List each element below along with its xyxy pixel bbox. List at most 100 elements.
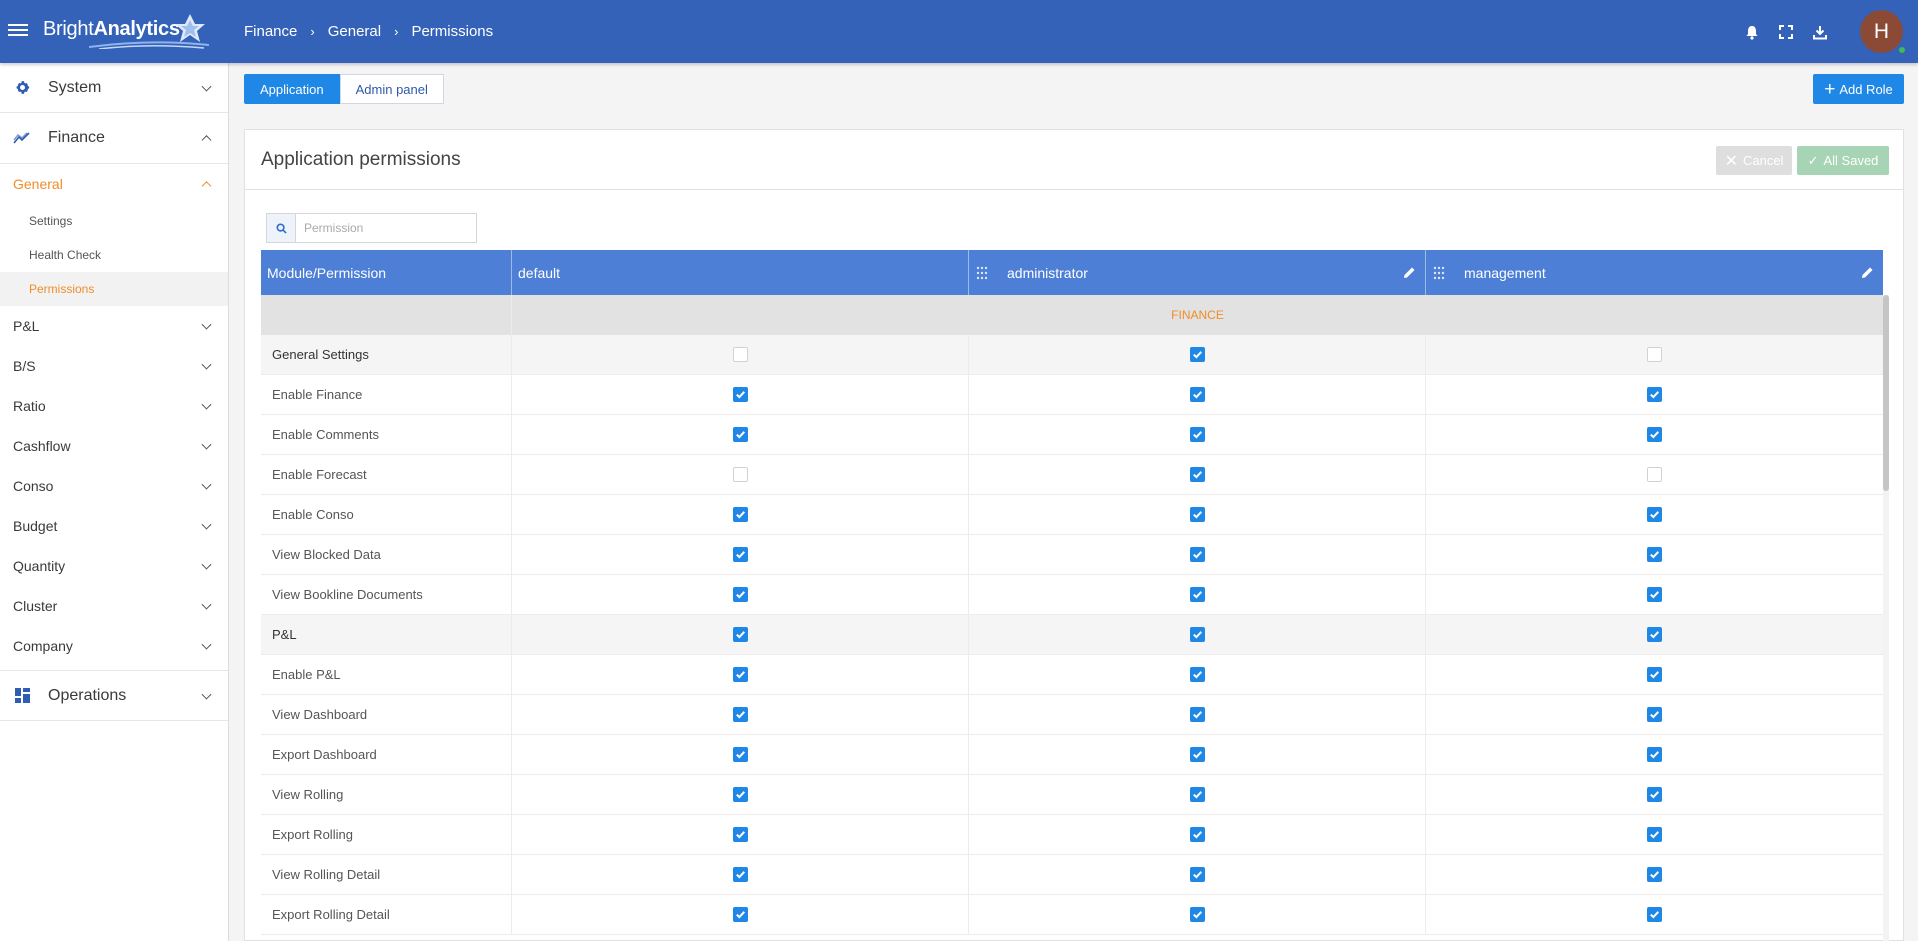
permission-checkbox[interactable] [1647, 427, 1662, 442]
permission-checkbox[interactable] [732, 667, 748, 682]
all-saved-button[interactable]: ✓ All Saved [1797, 146, 1889, 175]
permission-checkbox[interactable] [1189, 667, 1205, 682]
tab-admin-panel[interactable]: Admin panel [339, 74, 444, 104]
permission-checkbox[interactable] [1189, 747, 1205, 762]
sidebar-section-finance[interactable]: Finance [0, 113, 228, 163]
permission-checkbox[interactable] [1647, 787, 1662, 802]
chevron-down-icon [201, 519, 212, 530]
search-input[interactable] [296, 214, 476, 242]
sidebar-item-general[interactable]: General [0, 164, 228, 204]
permission-checkbox[interactable] [1647, 507, 1662, 522]
sidebar-item-conso[interactable]: Conso [0, 466, 228, 506]
permission-checkbox[interactable] [1189, 627, 1205, 642]
tab-application[interactable]: Application [244, 74, 340, 104]
permission-label: Enable Conso [261, 495, 512, 534]
permission-checkbox[interactable] [1647, 907, 1662, 922]
permission-checkbox[interactable] [1189, 907, 1205, 922]
permission-checkbox[interactable] [1189, 587, 1205, 602]
permission-checkbox[interactable] [732, 827, 748, 842]
bell-icon[interactable] [1742, 22, 1762, 42]
permission-checkbox[interactable] [732, 787, 748, 802]
permission-checkbox[interactable] [732, 587, 748, 602]
permission-checkbox[interactable] [1647, 707, 1662, 722]
sidebar-section-system[interactable]: System [0, 63, 228, 113]
breadcrumb-finance[interactable]: Finance [244, 23, 297, 40]
sidebar-item-label: Ratio [13, 398, 46, 414]
menu-icon[interactable] [8, 21, 28, 41]
drag-handle-icon[interactable] [976, 266, 988, 280]
permission-checkbox[interactable] [732, 467, 748, 482]
download-icon[interactable] [1810, 22, 1830, 42]
permission-checkbox[interactable] [1647, 627, 1662, 642]
permission-checkbox[interactable] [732, 507, 748, 522]
permission-checkbox[interactable] [1647, 547, 1662, 562]
permission-checkbox[interactable] [732, 747, 748, 762]
sidebar-item-cashflow[interactable]: Cashflow [0, 426, 228, 466]
fullscreen-icon[interactable] [1776, 22, 1796, 42]
cancel-label: Cancel [1742, 153, 1784, 168]
permission-checkbox[interactable] [1647, 467, 1662, 482]
permission-cell [1426, 495, 1883, 534]
permission-checkbox[interactable] [1189, 347, 1205, 362]
permission-checkbox[interactable] [732, 427, 748, 442]
sidebar: System Finance General Settings Health C… [0, 63, 229, 941]
sidebar-section-operations[interactable]: Operations [0, 671, 228, 721]
permission-checkbox[interactable] [1189, 467, 1205, 482]
permission-checkbox[interactable] [732, 347, 748, 362]
sidebar-item-quantity[interactable]: Quantity [0, 546, 228, 586]
permission-checkbox[interactable] [1189, 827, 1205, 842]
permission-checkbox[interactable] [1189, 787, 1205, 802]
permission-cell [969, 535, 1426, 574]
sidebar-item-budget[interactable]: Budget [0, 506, 228, 546]
permission-checkbox[interactable] [1647, 587, 1662, 602]
avatar[interactable]: H [1860, 10, 1903, 53]
sidebar-item-ratio[interactable]: Ratio [0, 386, 228, 426]
drag-handle-icon[interactable] [1433, 266, 1445, 280]
column-header-label: administrator [1007, 264, 1088, 281]
permission-checkbox[interactable] [1189, 707, 1205, 722]
sidebar-item-pl[interactable]: P&L [0, 306, 228, 346]
permission-checkbox[interactable] [732, 867, 748, 882]
sidebar-item-label: Quantity [13, 558, 66, 574]
permission-search [266, 213, 477, 243]
table-row: View Rolling Detail [261, 855, 1883, 895]
permission-checkbox[interactable] [1647, 867, 1662, 882]
logo[interactable]: BrightAnalytics [43, 14, 213, 50]
permission-checkbox[interactable] [732, 627, 748, 642]
permission-checkbox[interactable] [1189, 387, 1205, 402]
pencil-icon[interactable] [1403, 266, 1416, 279]
permission-checkbox[interactable] [732, 387, 748, 402]
permission-checkbox[interactable] [1647, 747, 1662, 762]
permission-checkbox[interactable] [1647, 827, 1662, 842]
permission-checkbox[interactable] [1189, 547, 1205, 562]
permission-checkbox[interactable] [1189, 507, 1205, 522]
search-icon[interactable] [267, 214, 296, 242]
permission-cell [969, 575, 1426, 614]
sidebar-item-cluster[interactable]: Cluster [0, 586, 228, 626]
group-row-spacer [261, 295, 512, 335]
chevron-down-icon [201, 559, 212, 570]
permission-checkbox[interactable] [1647, 387, 1662, 402]
permission-checkbox[interactable] [1647, 667, 1662, 682]
sidebar-item-health-check[interactable]: Health Check [0, 238, 228, 272]
sidebar-item-bs[interactable]: B/S [0, 346, 228, 386]
permission-cell [1426, 735, 1883, 774]
breadcrumb-general[interactable]: General [328, 23, 381, 40]
permission-checkbox[interactable] [1189, 867, 1205, 882]
permission-cell [969, 735, 1426, 774]
sidebar-item-label: Budget [13, 518, 58, 534]
sidebar-item-settings[interactable]: Settings [0, 204, 228, 238]
add-role-button[interactable]: + Add Role [1813, 74, 1904, 104]
permission-checkbox[interactable] [732, 707, 748, 722]
sidebar-item-company[interactable]: Company [0, 626, 228, 666]
pencil-icon[interactable] [1861, 266, 1874, 279]
permission-checkbox[interactable] [732, 547, 748, 562]
sidebar-item-permissions[interactable]: Permissions [0, 272, 228, 306]
grid-scrollbar[interactable] [1883, 295, 1889, 941]
permission-checkbox[interactable] [732, 907, 748, 922]
logo-text: BrightAnalytics [43, 18, 180, 40]
scrollbar-thumb[interactable] [1883, 295, 1889, 491]
permission-checkbox[interactable] [1189, 427, 1205, 442]
cancel-button[interactable]: ✕ Cancel [1716, 146, 1792, 175]
permission-checkbox[interactable] [1647, 347, 1662, 362]
